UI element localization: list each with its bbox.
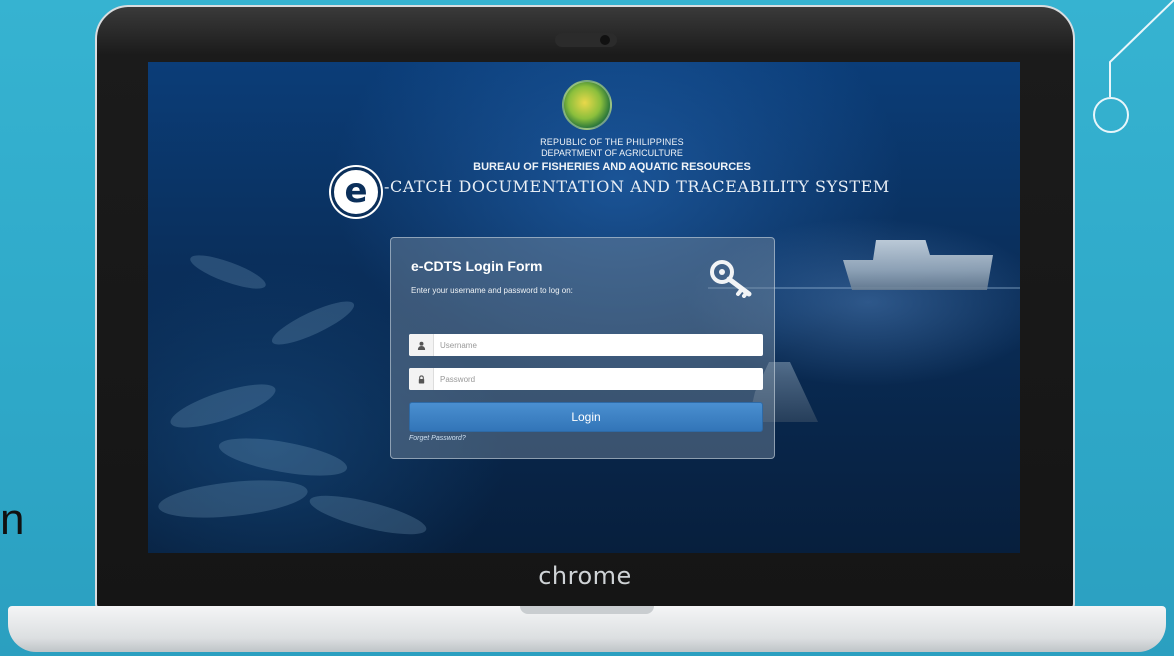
header-republic-line: REPUBLIC OF THE PHILIPPINES [540,137,684,147]
laptop-hinge-notch [520,606,654,614]
webcam-lens [600,35,610,45]
login-form-title: e-CDTS Login Form [411,258,543,274]
department-of-agriculture-logo [562,80,612,130]
device-brand-label: chrome [538,562,632,590]
key-icon [710,260,752,298]
header-bureau-line: BUREAU OF FISHERIES AND AQUATIC RESOURCE… [473,161,751,173]
password-input[interactable] [434,369,763,389]
fish-school-shape [216,430,350,484]
login-card: e-CDTS Login Form Enter your username an… [390,237,775,459]
username-field[interactable] [409,334,763,356]
login-button[interactable]: Login [409,402,763,432]
slide-text-fragment: n [0,495,25,544]
fish-school-shape [186,248,270,296]
fish-school-shape [156,474,310,524]
fishing-boat-image [843,240,993,290]
system-title: -CATCH DOCUMENTATION AND TRACEABILITY SY… [384,177,890,196]
lock-icon [409,368,434,390]
login-page-screen: REPUBLIC OF THE PHILIPPINES DEPARTMENT O… [148,62,1020,553]
user-icon [409,334,434,356]
password-field[interactable] [409,368,763,390]
ecdts-logo: e [331,167,381,217]
header-department-line: DEPARTMENT OF AGRICULTURE [541,148,683,158]
login-form-subtitle: Enter your username and password to log … [411,286,573,295]
fish-school-shape [267,294,359,352]
forgot-password-link[interactable]: Forget Password? [409,435,466,442]
fish-school-shape [306,487,430,543]
decorative-circle [1093,97,1129,133]
fish-school-shape [166,375,280,437]
username-input[interactable] [434,335,763,355]
